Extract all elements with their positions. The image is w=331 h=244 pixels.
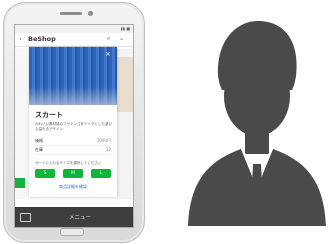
- size-m-button[interactable]: M: [63, 169, 83, 178]
- background-card-left: [15, 49, 27, 199]
- close-icon[interactable]: ×: [105, 50, 111, 58]
- phone-camera: [88, 11, 93, 16]
- price-value: 3000円: [96, 138, 111, 143]
- app-header: ‹ BeShop ⌕ ⌄: [15, 33, 133, 47]
- stock-row: 在庫 10: [35, 147, 111, 155]
- businessman-icon: [178, 16, 328, 236]
- app-title: BeShop: [28, 35, 56, 43]
- stock-value: 10: [105, 147, 111, 152]
- product-name: スカート: [35, 111, 63, 119]
- phone-screen: ▮▮ ■ ‹ BeShop ⌕ ⌄ × スカート かわいい素材感のフラミンゴをテ…: [14, 24, 134, 228]
- stock-label: 在庫: [35, 147, 43, 152]
- size-l-button[interactable]: L: [91, 169, 111, 178]
- smartphone-mockup: ▮▮ ■ ‹ BeShop ⌕ ⌄ × スカート かわいい素材感のフラミンゴをテ…: [0, 0, 150, 244]
- product-image-shade: [29, 87, 117, 105]
- menu-button[interactable]: メニュー: [45, 213, 115, 221]
- product-description: かわいい素材感のフラミンゴをテーマとした遊び心溢れるデザイン: [35, 122, 112, 131]
- background-green-button: [15, 178, 25, 188]
- chevron-down-icon[interactable]: ⌄: [119, 35, 124, 42]
- chevron-left-icon[interactable]: ‹: [19, 35, 22, 43]
- search-icon[interactable]: ⌕: [107, 35, 110, 43]
- price-row: 価格 3000円: [35, 138, 111, 146]
- phone-speaker: [60, 12, 82, 15]
- price-label: 価格: [35, 138, 43, 143]
- product-detail-link[interactable]: 商品詳細を確認: [29, 184, 117, 190]
- background-product-image: [117, 57, 133, 112]
- bottom-menu-bar: メニュー: [15, 207, 133, 227]
- home-button: [60, 228, 84, 236]
- size-hint: カートに入れるサイズを選択してください: [35, 161, 102, 165]
- size-s-button[interactable]: S: [35, 169, 55, 178]
- keyboard-icon[interactable]: [20, 213, 31, 222]
- product-modal: × スカート かわいい素材感のフラミンゴをテーマとした遊び心溢れるデザイン 価格…: [29, 47, 117, 197]
- status-bar: ▮▮ ■: [15, 25, 133, 33]
